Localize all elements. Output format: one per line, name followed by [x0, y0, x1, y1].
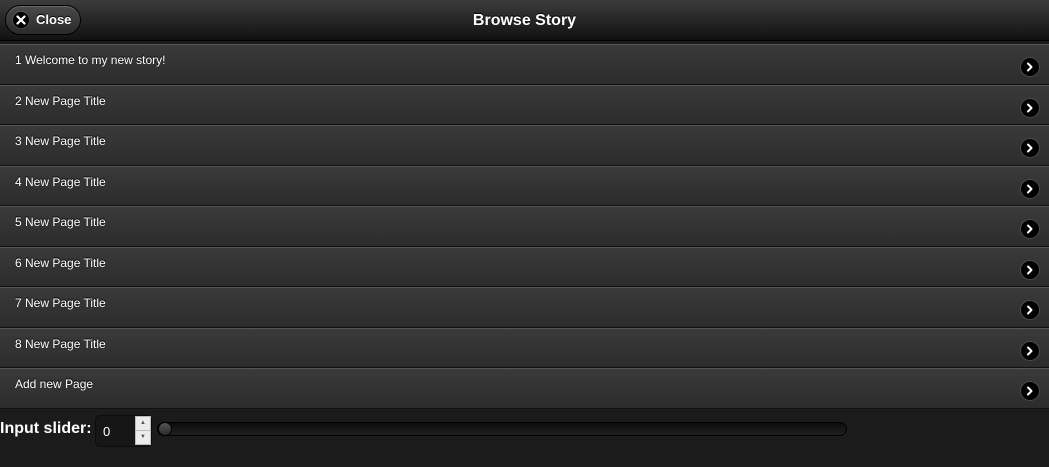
chevron-right-icon — [1021, 220, 1039, 238]
list-item-label: 8 New Page Title — [15, 336, 106, 351]
slider-handle[interactable] — [158, 422, 172, 436]
chevron-right-icon — [1021, 260, 1039, 279]
list-item[interactable]: 5 New Page Title — [0, 206, 1049, 247]
header-bar: Browse Story Close — [0, 0, 1049, 41]
slider-label: Input slider: — [0, 420, 92, 437]
close-button-label: Close — [36, 12, 72, 27]
list-item-label: 7 New Page Title — [15, 296, 106, 310]
list-item[interactable]: 3 New Page Title — [0, 125, 1049, 166]
chevron-right-icon — [1021, 179, 1039, 198]
list-item-label: 4 New Page Title — [15, 174, 106, 189]
spin-down-icon[interactable]: ▼ — [136, 431, 150, 444]
chevron-right-icon — [1021, 139, 1039, 157]
spin-up-icon[interactable]: ▲ — [136, 417, 150, 431]
list-item-label: 2 New Page Title — [15, 93, 106, 108]
chevron-right-icon — [1021, 382, 1039, 400]
slider-row: Input slider: ▲ ▼ — [0, 410, 1049, 467]
list-item[interactable]: 6 New Page Title — [0, 246, 1049, 287]
chevron-right-icon — [1021, 58, 1039, 76]
slider-track[interactable] — [157, 422, 847, 436]
close-button[interactable]: Close — [5, 5, 81, 35]
chevron-right-icon — [1021, 341, 1039, 360]
list-item-label: Add new Page — [15, 377, 94, 391]
list-item-label: 5 New Page Title — [15, 215, 106, 229]
list-item-label: 6 New Page Title — [15, 255, 106, 270]
list-item[interactable]: 1 Welcome to my new story! — [0, 44, 1049, 85]
add-new-page-item[interactable]: Add new Page — [0, 368, 1049, 409]
story-page-list: 1 Welcome to my new story! 2 New Page Ti… — [0, 44, 1049, 409]
list-item[interactable]: 7 New Page Title — [0, 287, 1049, 328]
value-spinner: ▲ ▼ — [135, 416, 151, 445]
close-icon — [13, 12, 29, 28]
list-item-label: 3 New Page Title — [15, 134, 106, 148]
list-item[interactable]: 4 New Page Title — [0, 165, 1049, 206]
browse-story-page: Browse Story Close 1 Welcome to my new s… — [0, 0, 1049, 467]
page-title: Browse Story — [472, 12, 577, 29]
list-item-label: 1 Welcome to my new story! — [15, 53, 166, 67]
chevron-right-icon — [1021, 301, 1039, 319]
list-item[interactable]: 2 New Page Title — [0, 84, 1049, 125]
chevron-right-icon — [1021, 98, 1039, 117]
list-item[interactable]: 8 New Page Title — [0, 327, 1049, 368]
